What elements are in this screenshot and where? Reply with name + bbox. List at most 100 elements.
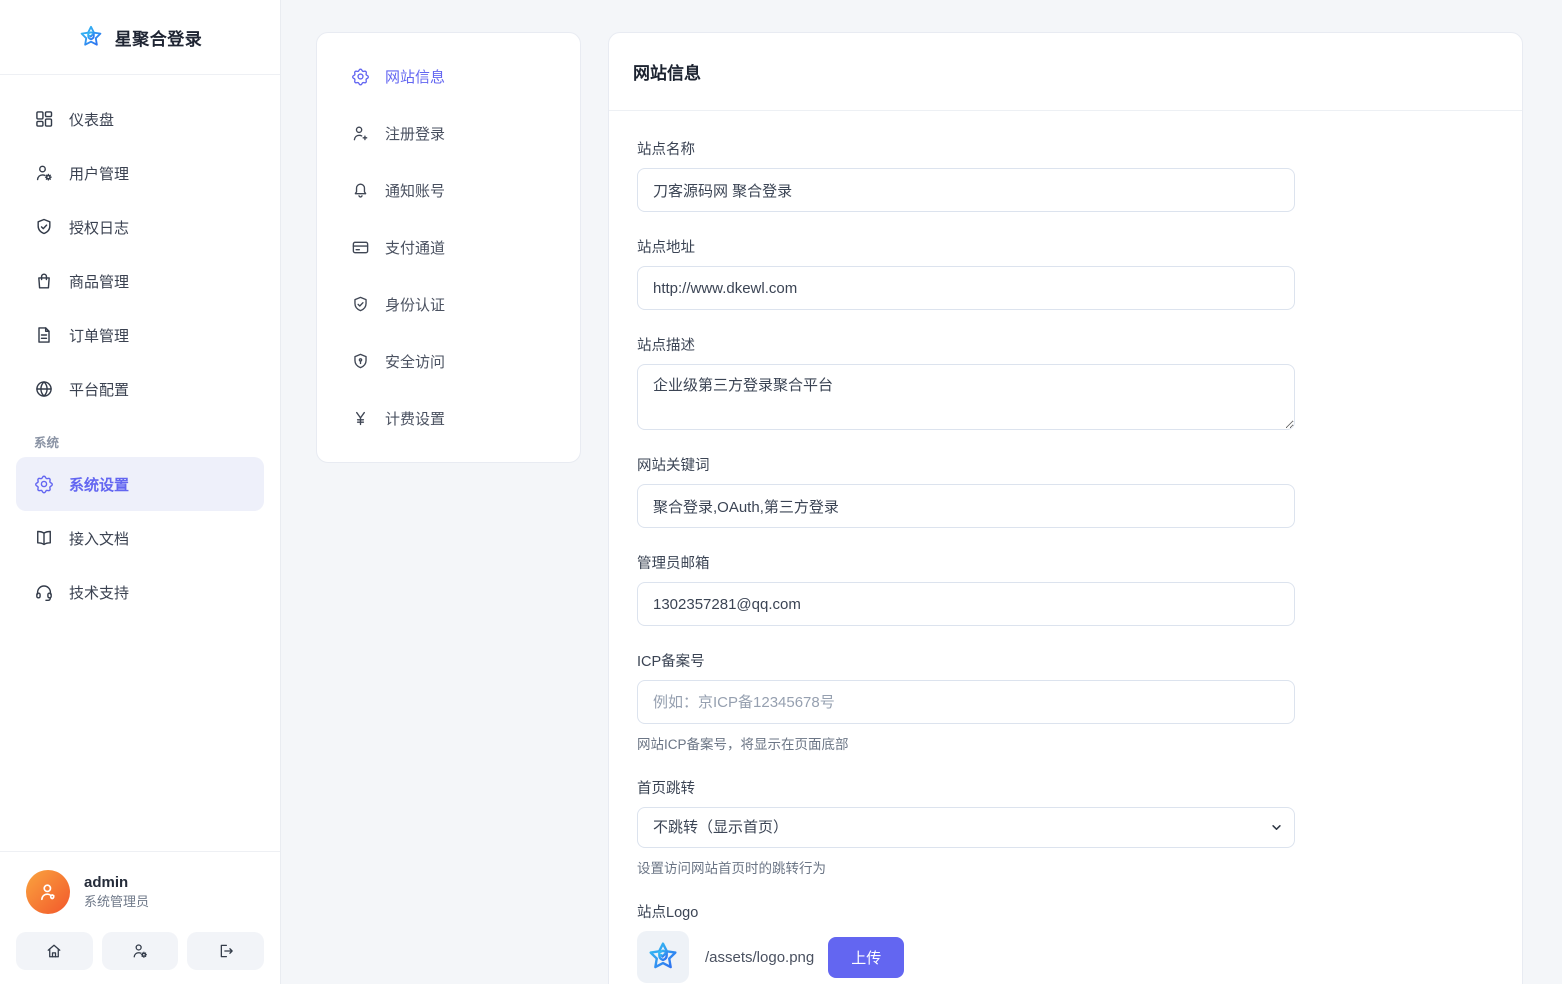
field-site-desc: 站点描述 企业级第三方登录聚合平台 [637, 334, 1498, 430]
logout-button[interactable] [187, 932, 265, 970]
sidebar-menu: 仪表盘 用户管理 授权日志 商品管理 订单管理 平台配置 系统 系统设置 接入文… [0, 75, 280, 851]
site-url-label: 站点地址 [637, 240, 695, 256]
icp-label: ICP备案号 [637, 654, 705, 670]
field-admin-email: 管理员邮箱 [637, 552, 1498, 626]
user-actions [16, 932, 265, 970]
site-info-panel: 网站信息 站点名称 站点地址 站点描述 企业级第三方登录聚合平台 网站关键词 管… [608, 32, 1523, 984]
tab-notify-accounts[interactable]: 通知账号 [331, 162, 566, 219]
document-icon [34, 325, 54, 345]
tab-label: 计费设置 [385, 411, 446, 428]
credit-card-icon [351, 238, 370, 257]
site-desc-textarea[interactable]: 企业级第三方登录聚合平台 [637, 364, 1295, 430]
panel-body: 站点名称 站点地址 站点描述 企业级第三方登录聚合平台 网站关键词 管理员邮箱 … [609, 111, 1522, 984]
bell-icon [351, 181, 370, 200]
site-logo-label: 站点Logo [637, 905, 699, 921]
tab-label: 安全访问 [385, 354, 446, 371]
tab-label: 网站信息 [385, 69, 446, 86]
sidebar-item-products[interactable]: 商品管理 [16, 254, 264, 308]
star-logo-icon [646, 940, 680, 974]
icp-help: 网站ICP备案号，将显示在页面底部 [637, 737, 849, 752]
sidebar-item-users[interactable]: 用户管理 [16, 146, 264, 200]
yen-icon [351, 409, 370, 428]
sidebar: 星聚合登录 仪表盘 用户管理 授权日志 商品管理 订单管理 平台配置 系统 系统… [0, 0, 281, 984]
main-content: 网站信息 注册登录 通知账号 支付通道 身份认证 安全访问 计费设置 网站信息 … [281, 0, 1562, 984]
sidebar-item-label: 商品管理 [69, 273, 130, 291]
tab-identity-auth[interactable]: 身份认证 [331, 276, 566, 333]
user-name: admin [84, 874, 129, 891]
shield-check-icon [34, 217, 54, 237]
headset-icon [34, 582, 54, 602]
admin-email-input[interactable] [637, 582, 1295, 626]
user-gear-icon [34, 163, 54, 183]
sidebar-item-label: 接入文档 [69, 530, 130, 548]
logo-path: /assets/logo.png [705, 948, 815, 966]
tab-register-login[interactable]: 注册登录 [331, 105, 566, 162]
field-site-name: 站点名称 [637, 138, 1498, 212]
logo-preview [637, 931, 689, 983]
sidebar-item-label: 订单管理 [69, 327, 130, 345]
sidebar-section-label: 系统 [34, 436, 60, 450]
icp-input[interactable] [637, 680, 1295, 724]
field-site-logo: 站点Logo /assets/logo.png 上传 支持 JPG、PNG、GI… [637, 901, 1498, 984]
field-home-redirect: 首页跳转 不跳转（显示首页） 设置访问网站首页时的跳转行为 [637, 777, 1498, 877]
home-redirect-select[interactable]: 不跳转（显示首页） [637, 807, 1295, 848]
settings-nav: 网站信息 注册登录 通知账号 支付通道 身份认证 安全访问 计费设置 [316, 32, 581, 463]
tab-payment-channels[interactable]: 支付通道 [331, 219, 566, 276]
app-logo: 星聚合登录 [0, 0, 280, 75]
site-name-label: 站点名称 [637, 142, 695, 158]
tab-site-info[interactable]: 网站信息 [331, 48, 566, 105]
sidebar-item-platform-config[interactable]: 平台配置 [16, 362, 264, 416]
field-site-url: 站点地址 [637, 236, 1498, 310]
home-button[interactable] [16, 932, 93, 970]
site-desc-label: 站点描述 [637, 338, 695, 354]
logo-upload-button[interactable]: 上传 [828, 936, 905, 978]
tab-label: 支付通道 [385, 240, 446, 257]
user-gear-icon [131, 942, 149, 960]
home-redirect-label: 首页跳转 [637, 781, 695, 797]
sidebar-item-orders[interactable]: 订单管理 [16, 308, 264, 362]
keywords-label: 网站关键词 [637, 458, 710, 474]
admin-email-label: 管理员邮箱 [637, 556, 710, 572]
field-keywords: 网站关键词 [637, 454, 1498, 528]
logout-icon [217, 942, 235, 960]
sidebar-item-label: 技术支持 [69, 584, 130, 602]
home-icon [45, 942, 63, 960]
sidebar-item-label: 平台配置 [69, 381, 130, 399]
tab-label: 注册登录 [385, 126, 446, 143]
app-title: 星聚合登录 [114, 29, 203, 49]
sidebar-item-label: 用户管理 [69, 165, 130, 183]
shield-check-icon [351, 295, 370, 314]
globe-icon [34, 379, 54, 399]
profile-button[interactable] [101, 932, 179, 970]
user-role: 系统管理员 [84, 894, 150, 909]
tab-billing-settings[interactable]: 计费设置 [331, 390, 566, 447]
sidebar-item-label: 系统设置 [69, 476, 130, 494]
tab-secure-access[interactable]: 安全访问 [331, 333, 566, 390]
gear-icon [351, 67, 370, 86]
sidebar-item-auth-logs[interactable]: 授权日志 [16, 200, 264, 254]
user-plus-icon [351, 124, 370, 143]
site-url-input[interactable] [637, 266, 1295, 310]
star-logo-icon [78, 24, 104, 50]
gear-icon [34, 474, 54, 494]
panel-title: 网站信息 [633, 64, 701, 83]
sidebar-item-support[interactable]: 技术支持 [16, 565, 264, 619]
sidebar-item-label: 仪表盘 [69, 111, 115, 129]
sidebar-item-label: 授权日志 [69, 219, 130, 237]
user-info: admin 系统管理员 [16, 870, 264, 914]
sidebar-item-docs[interactable]: 接入文档 [16, 511, 264, 565]
tab-label: 身份认证 [385, 297, 446, 314]
keywords-input[interactable] [637, 484, 1295, 528]
dashboard-icon [34, 109, 54, 129]
avatar [26, 870, 70, 914]
sidebar-user-area: admin 系统管理员 [0, 851, 280, 984]
site-name-input[interactable] [637, 168, 1295, 212]
panel-header: 网站信息 [609, 33, 1522, 111]
shield-keyhole-icon [351, 352, 370, 371]
user-icon [37, 881, 59, 903]
sidebar-item-dashboard[interactable]: 仪表盘 [16, 92, 264, 146]
sidebar-item-system-settings[interactable]: 系统设置 [16, 457, 264, 511]
field-icp: ICP备案号 网站ICP备案号，将显示在页面底部 [637, 650, 1498, 753]
tab-label: 通知账号 [385, 183, 446, 200]
home-redirect-help: 设置访问网站首页时的跳转行为 [637, 861, 826, 876]
